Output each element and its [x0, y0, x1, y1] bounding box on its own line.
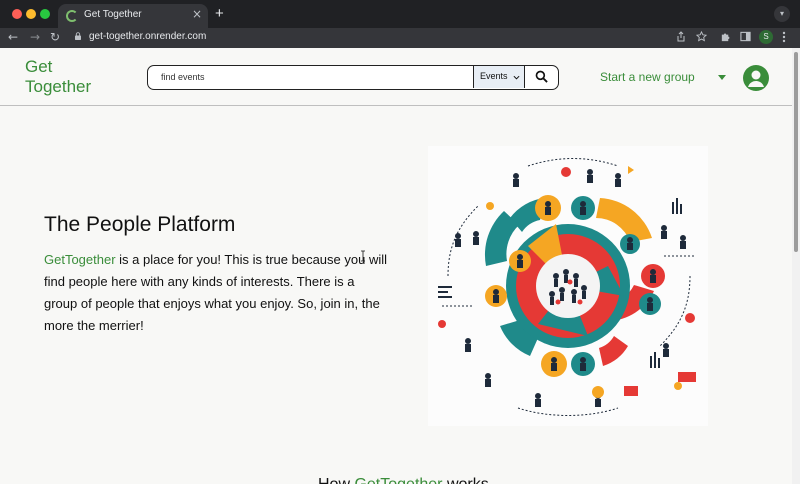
site-header: Get Together Events Start a new group [0, 48, 792, 106]
chevron-down-icon[interactable] [718, 75, 726, 80]
user-avatar-icon [748, 70, 764, 87]
text-cursor-icon [361, 250, 365, 262]
close-window-button[interactable] [12, 9, 22, 19]
chevron-down-icon [513, 75, 520, 80]
page-viewport: Get Together Events Start a new group [0, 48, 800, 484]
how-it-works-heading: How GetTogether works [318, 476, 489, 484]
search-icon [535, 70, 548, 83]
hero-description: GetTogether is a place for you! This is … [44, 249, 389, 337]
browser-tab[interactable]: Get Together × [58, 4, 208, 28]
favicon-icon [66, 10, 78, 22]
profile-avatar[interactable]: S [759, 30, 773, 44]
hero-brand-name: GetTogether [44, 252, 116, 267]
more-vert-icon[interactable] [782, 31, 786, 43]
scrollbar-thumb[interactable] [794, 52, 798, 252]
how-heading-brand: GetTogether [354, 476, 442, 484]
new-tab-button[interactable]: + [215, 5, 224, 22]
star-icon[interactable] [696, 31, 707, 42]
how-heading-suffix: works [443, 476, 489, 484]
share-icon[interactable] [676, 31, 686, 42]
site-logo[interactable]: Get Together [25, 57, 115, 97]
search-button[interactable] [525, 66, 558, 88]
hero-title: The People Platform [44, 213, 236, 236]
how-heading-prefix: How [318, 476, 354, 484]
reload-button[interactable]: ↻ [50, 30, 60, 44]
back-button[interactable]: ← [8, 30, 18, 44]
browser-tab-bar: Get Together × + ▾ [0, 0, 800, 28]
puzzle-icon[interactable] [720, 31, 731, 42]
lock-icon[interactable] [74, 32, 82, 40]
tab-title: Get Together [84, 9, 142, 20]
tab-search-button[interactable]: ▾ [774, 6, 790, 22]
sidebar-icon[interactable] [740, 31, 751, 42]
search-input[interactable] [148, 66, 473, 88]
tab-close-button[interactable]: × [192, 7, 202, 21]
browser-toolbar: ← → ↻ get-together.onrender.com S [0, 28, 800, 48]
people-network-illustration [428, 146, 708, 426]
page-scrollbar[interactable] [792, 48, 800, 484]
search-type-value: Events [480, 71, 508, 81]
forward-button[interactable]: → [30, 30, 40, 44]
start-new-group-link[interactable]: Start a new group [600, 70, 695, 84]
user-avatar-button[interactable] [743, 65, 769, 91]
maximize-window-button[interactable] [40, 9, 50, 19]
search-type-select[interactable]: Events [473, 66, 525, 88]
address-bar[interactable]: get-together.onrender.com [89, 31, 206, 42]
search-bar: Events [147, 65, 559, 90]
minimize-window-button[interactable] [26, 9, 36, 19]
